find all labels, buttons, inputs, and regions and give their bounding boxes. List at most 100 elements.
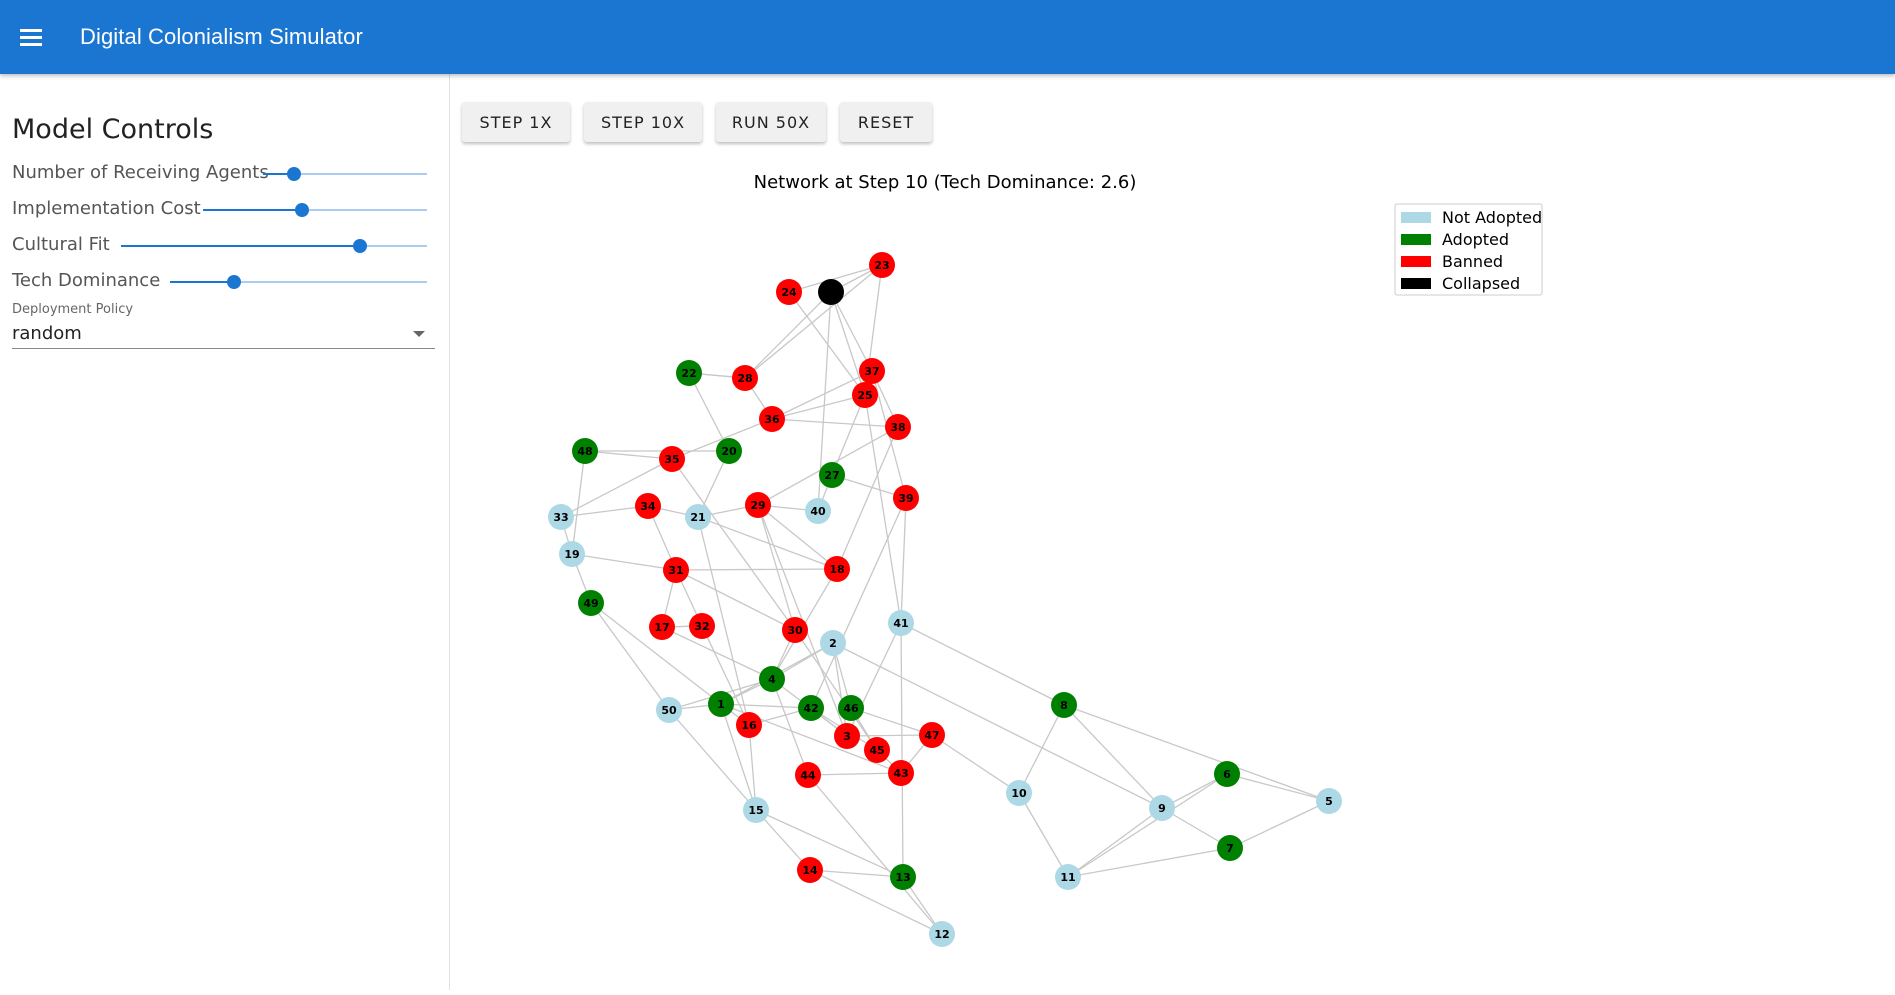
network-node: 48: [572, 438, 598, 464]
network-node: 1: [708, 691, 734, 717]
network-edge: [571, 450, 586, 555]
slider-track[interactable]: [170, 275, 427, 289]
legend-swatch: [1401, 234, 1431, 245]
slider-track[interactable]: [263, 167, 427, 181]
network-node: 34: [635, 493, 661, 519]
network-edge: [771, 418, 899, 428]
network-node-label: 34: [640, 500, 656, 513]
network-node: 4: [759, 666, 785, 692]
network-node: 25: [852, 382, 878, 408]
chart-legend: Not Adopted Adopted Banned Collapsed: [1394, 203, 1543, 296]
network-node-label: 43: [893, 767, 908, 780]
network-node: 14: [797, 857, 823, 883]
network-edge: [1063, 704, 1163, 809]
network-edge: [807, 774, 943, 935]
network-node: 15: [743, 797, 769, 823]
network-node: 20: [716, 438, 742, 464]
network-edge: [1018, 792, 1069, 878]
network-node: 29: [745, 492, 771, 518]
slider-thumb[interactable]: [294, 203, 309, 217]
legend-label: Not Adopted: [1442, 208, 1542, 227]
network-edge: [1229, 800, 1330, 849]
slider-track[interactable]: [121, 239, 427, 253]
network-node-label: 12: [934, 928, 949, 941]
network-edge: [571, 553, 677, 571]
network-node-label: 37: [864, 365, 879, 378]
network-node-label: 36: [764, 413, 780, 426]
legend-label: Adopted: [1442, 230, 1509, 249]
network-edge: [900, 622, 1065, 706]
network-node: 33: [548, 504, 574, 530]
slider-label: Tech Dominance: [12, 270, 161, 291]
deployment-policy-select[interactable]: random: [12, 320, 435, 349]
network-node: 38: [885, 414, 911, 440]
network-node-label: 15: [748, 804, 763, 817]
network-node: 32: [689, 613, 715, 639]
network-node: 27: [819, 462, 845, 488]
network-node: 8: [1051, 692, 1077, 718]
network-node: 36: [759, 406, 785, 432]
network-node-label: 24: [781, 286, 797, 299]
network-node: 21: [685, 504, 711, 530]
slider-track[interactable]: [203, 203, 427, 217]
network-node: 10: [1006, 780, 1032, 806]
slider-tech-dominance: Tech Dominance: [12, 270, 427, 294]
slider-thumb[interactable]: [227, 275, 242, 289]
deployment-policy-label: Deployment Policy: [12, 302, 134, 317]
legend-swatch: [1401, 256, 1431, 267]
network-node-label: 47: [924, 729, 939, 742]
slider-thumb[interactable]: [352, 239, 367, 253]
slider-fill: [170, 281, 235, 283]
network-node: 6: [1214, 761, 1240, 787]
network-node-label: 50: [661, 704, 677, 717]
network-node: 37: [859, 358, 885, 384]
network-node: 18: [824, 556, 850, 582]
network-edge: [900, 622, 904, 878]
deployment-policy-value: random: [12, 323, 82, 344]
network-edge: [809, 869, 943, 935]
network-node: 49: [578, 590, 604, 616]
slider-fill: [121, 245, 360, 247]
chevron-down-icon: [413, 331, 425, 337]
slider-thumb[interactable]: [287, 167, 302, 181]
network-edge: [720, 703, 812, 709]
network-edge: [560, 505, 649, 518]
network-node-label: 27: [824, 469, 839, 482]
network-edge: [931, 734, 1020, 794]
network-node-label: 8: [1060, 699, 1068, 712]
network-node: 13: [890, 864, 916, 890]
network-node: 2: [820, 630, 846, 656]
network-edge: [788, 291, 866, 396]
network-node-label: 10: [1011, 787, 1027, 800]
network-edge: [810, 497, 907, 709]
network-edge: [671, 458, 796, 631]
network-node: [818, 279, 844, 305]
network-node: 31: [663, 557, 689, 583]
network-node: 17: [649, 614, 675, 640]
network-node: 3: [834, 723, 860, 749]
network-node-label: 23: [874, 259, 889, 272]
network-node-label: 31: [668, 564, 683, 577]
network-edge: [1067, 807, 1163, 878]
menu-icon[interactable]: [20, 29, 42, 47]
network-node-label: 32: [694, 620, 709, 633]
network-node: 45: [864, 737, 890, 763]
network-node: 39: [893, 485, 919, 511]
network-edge: [807, 772, 902, 776]
network-edge: [755, 809, 904, 878]
network-node: 43: [888, 760, 914, 786]
network-node-label: 21: [690, 511, 705, 524]
network-edge: [675, 568, 838, 571]
slider-label: Cultural Fit: [12, 234, 110, 255]
network-node: 11: [1055, 864, 1081, 890]
network-node-label: 9: [1158, 802, 1166, 815]
network-node-label: 29: [750, 499, 765, 512]
network-node-label: 20: [721, 445, 737, 458]
network-node-label: 16: [741, 719, 757, 732]
network-node-label: 22: [681, 367, 696, 380]
network-node-label: 3: [843, 730, 851, 743]
network-node: 47: [919, 722, 945, 748]
network-edge: [1018, 704, 1065, 794]
network-node: 19: [559, 541, 585, 567]
network-node-label: 48: [577, 445, 592, 458]
